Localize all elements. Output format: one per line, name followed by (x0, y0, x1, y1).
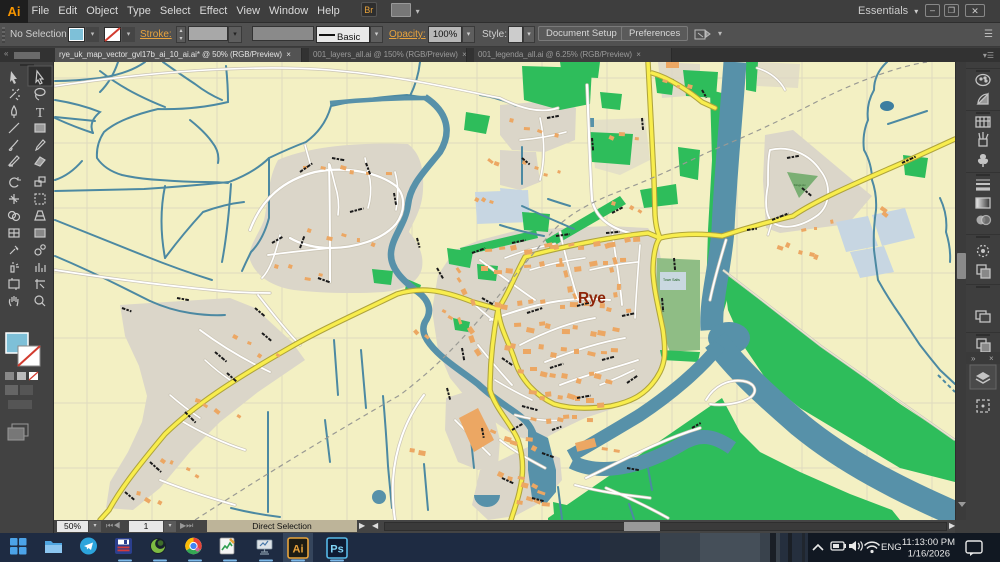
svg-text:Kings Av: Kings Av (794, 183, 806, 187)
svg-text:×: × (989, 354, 994, 363)
svg-text:Town Salts: Town Salts (663, 278, 680, 282)
svg-text:11:13:00 PM: 11:13:00 PM (902, 537, 955, 548)
svg-text:T: T (36, 106, 45, 121)
svg-text:Rye: Rye (578, 290, 606, 307)
svg-text:Ps: Ps (330, 544, 343, 556)
svg-text:ENG: ENG (881, 542, 902, 553)
svg-text:1/16/2026: 1/16/2026 (908, 549, 950, 560)
svg-text:»: » (971, 354, 976, 363)
svg-text:Ai: Ai (293, 544, 304, 556)
